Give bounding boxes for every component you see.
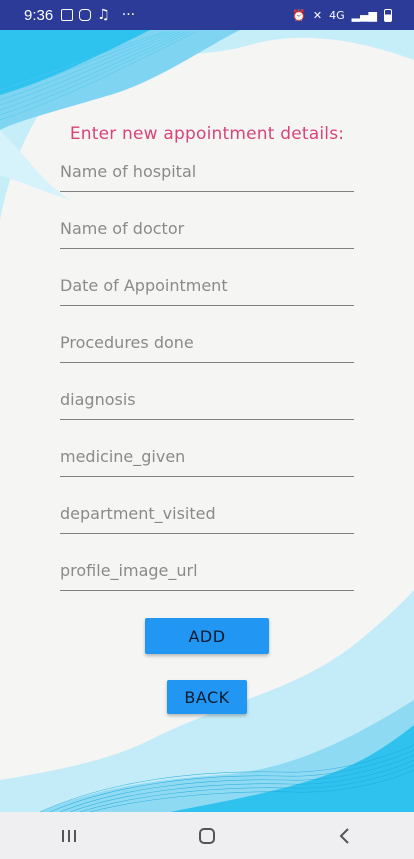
department-input[interactable] <box>60 499 354 533</box>
diagnosis-field[interactable] <box>60 385 354 420</box>
signal-bars-icon: ▂▄▆ <box>351 8 377 22</box>
status-time: 9:36 <box>24 6 54 24</box>
hospital-field[interactable] <box>60 157 354 192</box>
recent-apps-icon <box>62 829 76 842</box>
alarm-icon: ⏰ <box>292 8 306 22</box>
doctor-field[interactable] <box>60 214 354 249</box>
home-icon <box>199 827 215 844</box>
date-field[interactable] <box>60 271 354 306</box>
back-icon <box>339 827 349 844</box>
instagram-icon <box>79 9 92 21</box>
add-button[interactable]: ADD <box>145 618 269 654</box>
appointment-form: Enter new appointment details: ADD BACK <box>0 0 414 859</box>
diagnosis-input[interactable] <box>60 385 354 419</box>
mute-icon: ✕ <box>312 8 323 22</box>
battery-icon <box>384 8 392 22</box>
back-button[interactable]: BACK <box>167 680 247 714</box>
recent-apps-button[interactable] <box>39 816 99 856</box>
medicine-input[interactable] <box>60 442 354 476</box>
medicine-field[interactable] <box>60 442 354 477</box>
more-icon: ··· <box>121 7 136 23</box>
back-nav-button[interactable] <box>315 816 375 856</box>
signal-4g-icon: 4G <box>329 8 345 22</box>
date-input[interactable] <box>60 271 354 305</box>
home-button[interactable] <box>177 816 237 856</box>
procedures-field[interactable] <box>60 328 354 363</box>
department-field[interactable] <box>60 499 354 534</box>
image-icon <box>61 9 74 21</box>
profile-image-input[interactable] <box>60 556 354 590</box>
music-note-icon: ♫ <box>97 7 110 23</box>
status-bar: 9:36 ♫ ··· ⏰ ✕ 4G ▂▄▆ <box>0 0 414 30</box>
procedures-input[interactable] <box>60 328 354 362</box>
profile-image-field[interactable] <box>60 556 354 591</box>
doctor-input[interactable] <box>60 214 354 248</box>
system-nav-bar <box>0 812 414 859</box>
hospital-input[interactable] <box>60 157 354 191</box>
form-heading: Enter new appointment details: <box>69 124 345 144</box>
